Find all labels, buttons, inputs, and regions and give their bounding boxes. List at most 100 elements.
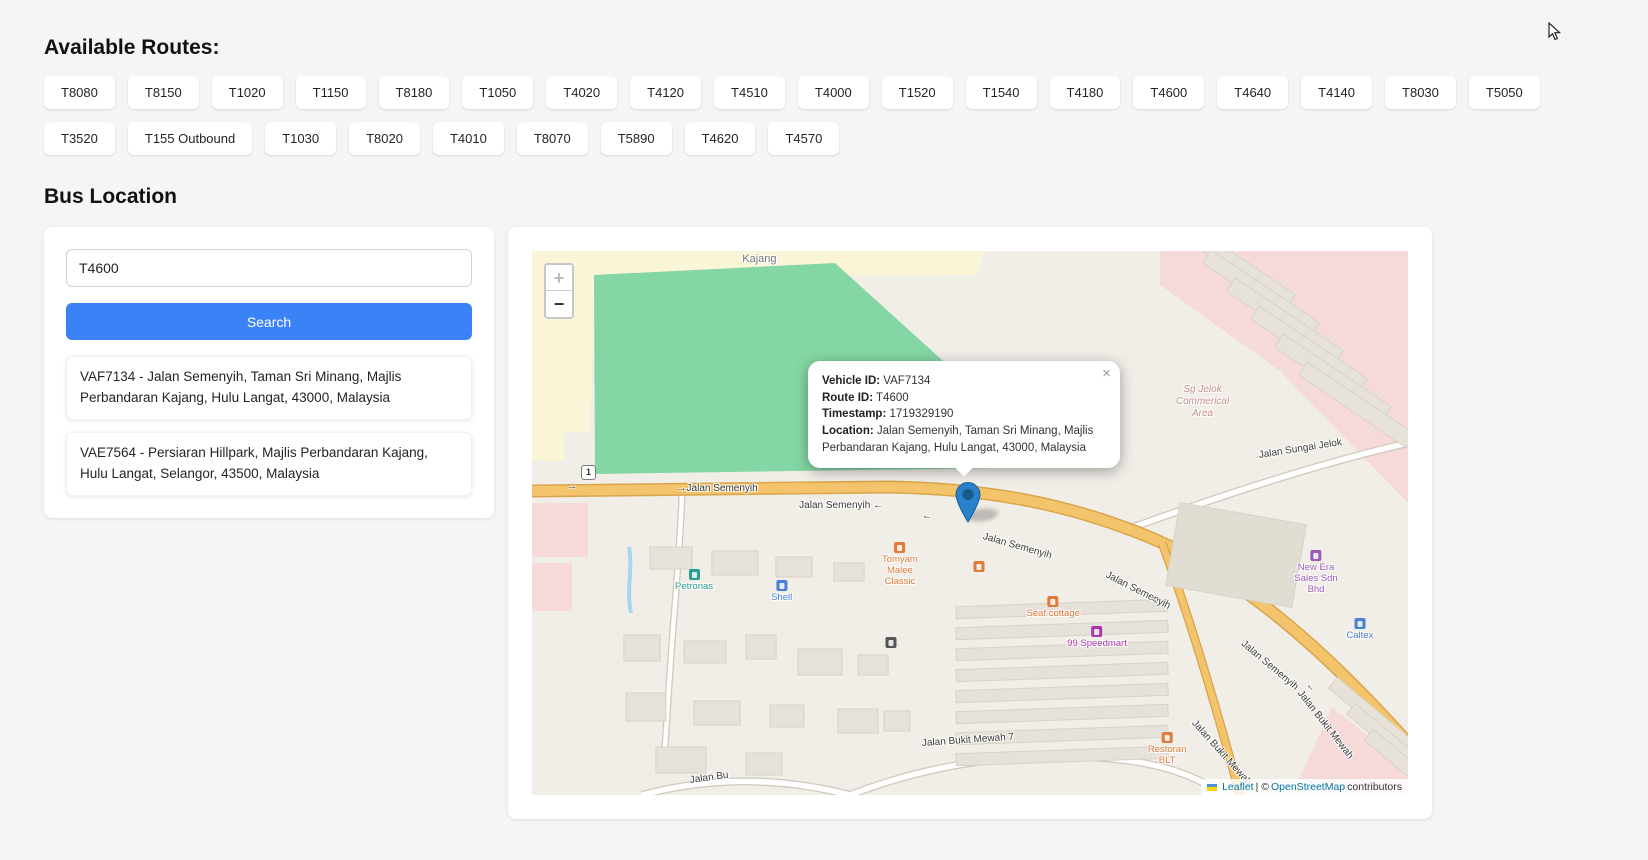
popup-info-line: Route ID: T4600 bbox=[822, 392, 909, 404]
map-poi bbox=[885, 637, 897, 650]
cart-icon bbox=[1091, 626, 1103, 638]
leaflet-link[interactable]: Leaflet bbox=[1222, 781, 1254, 793]
map-panel: Kajang →Jalan Semenyih Jalan Semenyih ← … bbox=[508, 227, 1432, 819]
route-shield: 1 bbox=[581, 464, 597, 480]
route-button[interactable]: T1050 bbox=[462, 76, 534, 109]
map-label: Jalan Semenyih ← bbox=[799, 500, 884, 512]
route-button[interactable]: T4600 bbox=[1133, 76, 1205, 109]
map-poi: Seaf cottage bbox=[1027, 596, 1080, 620]
osm-link[interactable]: OpenStreetMap bbox=[1271, 781, 1345, 793]
route-button[interactable]: T8030 bbox=[1385, 76, 1456, 109]
restaurant-icon bbox=[894, 542, 906, 554]
search-button[interactable]: Search bbox=[66, 303, 472, 340]
ukraine-flag-icon bbox=[1207, 783, 1218, 791]
content-area: Search VAF7134 - Jalan Semenyih, Taman S… bbox=[44, 227, 1604, 819]
route-search-input[interactable] bbox=[66, 249, 472, 287]
map[interactable]: Kajang →Jalan Semenyih Jalan Semenyih ← … bbox=[532, 251, 1408, 795]
route-button[interactable]: T4510 bbox=[714, 76, 785, 109]
route-button[interactable]: T4140 bbox=[1301, 76, 1373, 109]
temple-icon bbox=[885, 637, 897, 649]
restaurant-icon bbox=[1047, 596, 1059, 608]
zoom-in-button[interactable]: + bbox=[546, 265, 572, 291]
route-button[interactable]: T4570 bbox=[768, 122, 840, 155]
map-poi: Tomyam Malee Classic bbox=[882, 542, 918, 588]
popup-info-label: Vehicle ID: bbox=[821, 374, 881, 387]
bus-location-marker[interactable] bbox=[955, 482, 981, 523]
poi-label: Restoran BLT bbox=[1147, 744, 1187, 767]
map-poi: Restoran BLT bbox=[1147, 732, 1187, 767]
popup-info-line: Timestamp: 1719329190 bbox=[822, 408, 954, 420]
bus-result-item[interactable]: VAF7134 - Jalan Semenyih, Taman Sri Mina… bbox=[66, 356, 472, 420]
map-label: → bbox=[567, 481, 578, 493]
popup-close-button[interactable]: × bbox=[1102, 366, 1111, 381]
poi-label: New Era Sales Sdn Bhd bbox=[1294, 562, 1338, 596]
attribution-suffix: contributors bbox=[1347, 781, 1402, 793]
zoom-control: + − bbox=[544, 263, 574, 319]
route-button[interactable]: T4620 bbox=[684, 122, 756, 155]
bus-location-heading: Bus Location bbox=[44, 185, 178, 208]
bus-result-item[interactable]: VAE7564 - Persiaran Hillpark, Majlis Per… bbox=[66, 431, 472, 496]
route-button[interactable]: T4020 bbox=[546, 76, 618, 109]
poi-label: Petronas bbox=[675, 581, 714, 593]
map-label: ← bbox=[920, 510, 933, 523]
route-button[interactable]: T5890 bbox=[600, 122, 672, 155]
map-poi bbox=[973, 561, 985, 574]
popup-info-value: 1719329190 bbox=[886, 408, 954, 421]
poi-label: 99 Speedmart bbox=[1067, 638, 1127, 650]
route-button[interactable]: T8070 bbox=[516, 122, 588, 155]
route-button[interactable]: T8080 bbox=[44, 76, 115, 109]
stream bbox=[627, 546, 633, 614]
route-button[interactable]: T8020 bbox=[349, 122, 420, 155]
restaurant-icon bbox=[973, 561, 985, 573]
map-label: Kajang bbox=[742, 253, 777, 266]
map-label: Sg Jelok Commerical Area bbox=[1175, 384, 1230, 420]
route-button[interactable]: T4010 bbox=[432, 122, 504, 155]
route-button[interactable]: T1520 bbox=[881, 76, 953, 109]
popup-info-value: T4600 bbox=[873, 391, 909, 404]
fuel-icon bbox=[688, 569, 700, 581]
restaurant-icon bbox=[1161, 732, 1173, 744]
fuel-icon bbox=[776, 580, 788, 592]
routes-row-2: T3520 T155 Outbound T1030 T8020 T4010 T8… bbox=[44, 122, 1604, 155]
route-button[interactable]: T8180 bbox=[378, 76, 450, 109]
route-button[interactable]: T155 Outbound bbox=[127, 122, 253, 155]
routes-row-1: T8080 T8150 T1020 T1150 T8180 T1050 T402… bbox=[44, 76, 1604, 109]
route-button[interactable]: T3520 bbox=[44, 122, 115, 155]
popup-info-value: VAF7134 bbox=[880, 374, 931, 387]
zoom-out-button[interactable]: − bbox=[546, 291, 572, 317]
route-button[interactable]: T4000 bbox=[797, 76, 869, 109]
route-button[interactable]: T4640 bbox=[1217, 76, 1289, 109]
map-poi: Petronas bbox=[675, 569, 713, 593]
page: Available Routes: T8080 T8150 T1020 T115… bbox=[0, 0, 1648, 860]
route-button[interactable]: T5050 bbox=[1468, 76, 1540, 109]
search-results: VAF7134 - Jalan Semenyih, Taman Sri Mina… bbox=[66, 356, 472, 496]
route-button[interactable]: T8150 bbox=[127, 76, 199, 109]
poi-label: Caltex bbox=[1346, 630, 1374, 642]
route-button[interactable]: T1030 bbox=[265, 122, 337, 155]
available-routes-heading: Available Routes: bbox=[44, 36, 220, 59]
popup-info-label: Route ID: bbox=[821, 391, 874, 404]
mouse-cursor bbox=[1548, 22, 1561, 41]
route-button[interactable]: T4120 bbox=[630, 76, 702, 109]
route-button[interactable]: T1540 bbox=[965, 76, 1037, 109]
fuel-icon bbox=[1354, 618, 1366, 630]
route-button[interactable]: T1020 bbox=[211, 76, 283, 109]
map-base bbox=[532, 251, 1408, 795]
popup-info-label: Timestamp: bbox=[821, 408, 887, 421]
attribution-separator: | © bbox=[1255, 781, 1269, 793]
popup-info-line: Vehicle ID: VAF7134 bbox=[822, 375, 930, 387]
map-poi: New Era Sales Sdn Bhd bbox=[1294, 550, 1338, 596]
route-button[interactable]: T4180 bbox=[1049, 76, 1121, 109]
map-poi: Caltex bbox=[1346, 618, 1373, 642]
search-panel: Search VAF7134 - Jalan Semenyih, Taman S… bbox=[44, 227, 494, 518]
map-attribution: Leaflet | © OpenStreetMap contributors bbox=[1201, 779, 1408, 795]
popup-content: Vehicle ID: VAF7134 Route ID: T4600 Time… bbox=[822, 373, 1094, 456]
route-button[interactable]: T1150 bbox=[295, 76, 366, 109]
popup-info-line: Location: Jalan Semenyih, Taman Sri Mina… bbox=[822, 425, 1093, 454]
poi-label: Shell bbox=[771, 592, 793, 604]
vehicle-popup: × Vehicle ID: VAF7134 Route ID: T4600 Ti… bbox=[807, 360, 1120, 477]
map-label: →Jalan Semenyih bbox=[676, 482, 758, 494]
map-poi: Shell bbox=[771, 580, 792, 604]
poi-label: Tomyam Malee Classic bbox=[881, 554, 918, 587]
car-icon bbox=[1310, 550, 1322, 562]
